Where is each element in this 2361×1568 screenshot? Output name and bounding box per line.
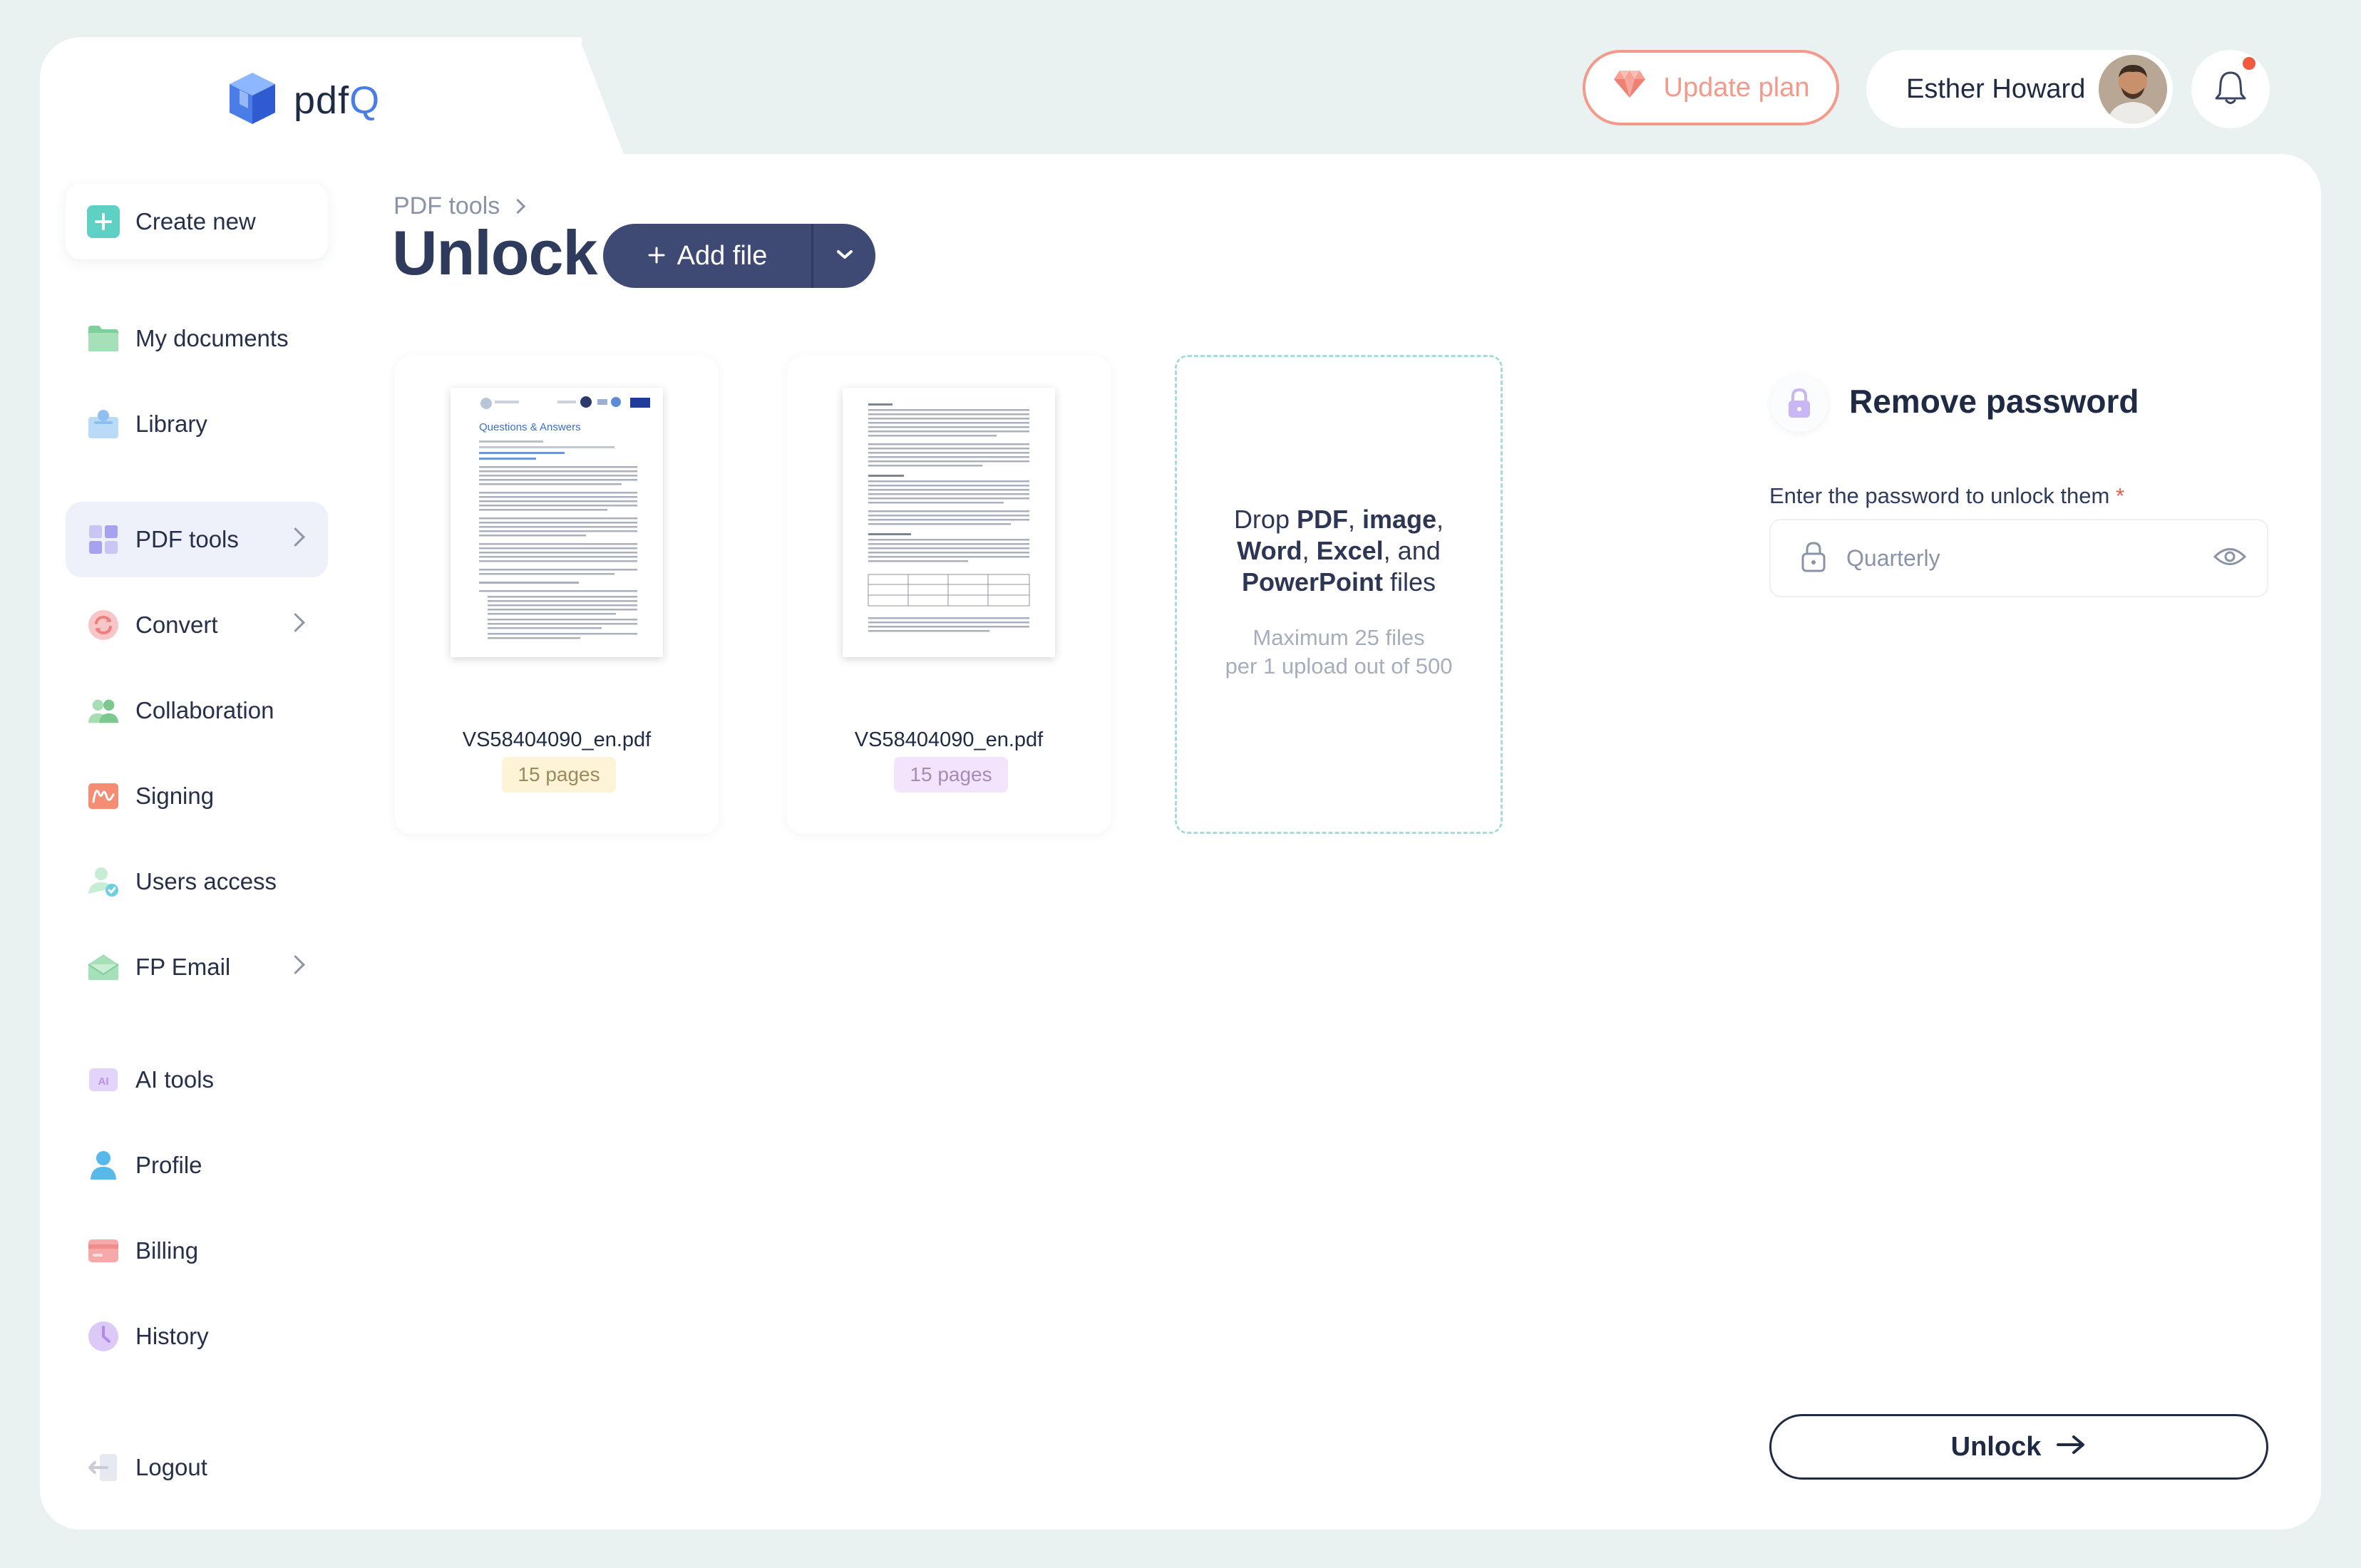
sidebar-item-collaboration[interactable]: Collaboration	[66, 673, 328, 748]
library-icon	[87, 408, 120, 440]
chevron-right-icon	[286, 955, 305, 974]
sidebar-item-label: FP Email	[135, 954, 231, 980]
sidebar-item-pdf-tools[interactable]: PDF tools	[66, 502, 328, 577]
logout-icon	[87, 1451, 120, 1484]
users-icon	[87, 694, 120, 727]
sidebar-item-label: Profile	[135, 1152, 202, 1178]
create-new-label: Create new	[135, 208, 256, 234]
add-file-button[interactable]: Add file	[603, 224, 813, 288]
thumbnail-heading: Questions & Answers	[479, 421, 581, 433]
sidebar-item-ai-tools[interactable]: AI AI tools	[66, 1042, 328, 1118]
file-name: VS58404090_en.pdf	[854, 728, 1044, 751]
password-field-label: Enter the password to unlock them *	[1769, 483, 2125, 508]
sidebar-item-my-documents[interactable]: My documents	[66, 301, 328, 376]
plus-square-icon	[87, 205, 120, 238]
drop-zone-limits: Maximum 25 files per 1 upload out of 500	[1225, 625, 1453, 679]
password-value: Quarterly	[1846, 545, 1940, 571]
folder-icon	[87, 322, 120, 355]
logo[interactable]: pdfQ	[227, 71, 380, 129]
panel-title: Remove password	[1849, 383, 2139, 420]
convert-icon	[87, 609, 120, 641]
plus-icon	[647, 241, 666, 272]
update-plan-button[interactable]: Update plan	[1583, 50, 1839, 125]
sidebar-item-signing[interactable]: Signing	[66, 758, 328, 834]
notification-dot	[2243, 57, 2255, 70]
add-file-label: Add file	[677, 240, 768, 271]
logo-text: pdfQ	[294, 78, 381, 122]
sidebar-item-profile[interactable]: Profile	[66, 1128, 328, 1203]
ai-icon: AI	[87, 1063, 120, 1096]
sidebar-item-label: Logout	[135, 1454, 207, 1480]
file-thumbnail	[843, 388, 1055, 657]
clock-icon	[87, 1320, 120, 1353]
page-title: Unlock	[392, 217, 597, 288]
sidebar-item-history[interactable]: History	[66, 1299, 328, 1374]
sidebar-item-users-access[interactable]: Users access	[66, 844, 328, 919]
chevron-right-icon	[510, 198, 526, 215]
chevron-down-icon	[835, 249, 854, 264]
sidebar-item-library[interactable]: Library	[66, 386, 328, 462]
add-file-split-button: Add file	[603, 224, 875, 288]
user-icon	[87, 1149, 120, 1182]
sidebar-item-logout[interactable]: Logout	[66, 1430, 328, 1505]
sidebar-item-label: Library	[135, 411, 207, 437]
eye-icon[interactable]	[2213, 546, 2247, 571]
sidebar-item-label: Convert	[135, 612, 218, 638]
arrow-right-icon	[2055, 1432, 2087, 1463]
svg-text:AI: AI	[98, 1076, 109, 1088]
sidebar-item-label: PDF tools	[135, 526, 239, 552]
user-check-icon	[87, 865, 120, 898]
sidebar-item-label: AI tools	[135, 1066, 215, 1093]
user-menu[interactable]: Esther Howard	[1866, 50, 2173, 128]
signature-icon	[87, 780, 120, 813]
credit-card-icon	[87, 1234, 120, 1267]
lock-icon	[1771, 375, 1828, 432]
file-card[interactable]: VS58404090_en.pdf 15 pages	[787, 356, 1111, 834]
notifications-button[interactable]	[2191, 50, 2270, 128]
sidebar-item-label: Billing	[135, 1237, 199, 1264]
update-plan-label: Update plan	[1663, 72, 1810, 103]
chevron-right-icon	[286, 613, 305, 632]
file-name: VS58404090_en.pdf	[462, 728, 652, 751]
sidebar: Create new My documents Library PDF tool…	[50, 164, 342, 1518]
pages-badge: 15 pages	[894, 757, 1008, 793]
file-thumbnail: Questions & Answers	[451, 388, 663, 657]
create-new-button[interactable]: Create new	[66, 184, 328, 259]
file-drop-zone[interactable]: Drop PDF, image, Word, Excel, and PowerP…	[1175, 355, 1503, 834]
sidebar-item-label: Collaboration	[135, 697, 274, 723]
sidebar-item-label: My documents	[135, 325, 289, 351]
password-input[interactable]: Quarterly	[1769, 519, 2268, 597]
diamond-icon	[1612, 68, 1647, 107]
required-mark: *	[2115, 483, 2125, 508]
sidebar-item-convert[interactable]: Convert	[66, 587, 328, 663]
mail-icon	[87, 951, 120, 984]
avatar[interactable]	[2099, 55, 2167, 123]
unlock-button-label: Unlock	[1950, 1431, 2042, 1462]
sidebar-item-label: Users access	[135, 868, 277, 894]
bell-icon	[2214, 70, 2247, 109]
unlock-button[interactable]: Unlock	[1769, 1414, 2268, 1480]
add-file-dropdown-button[interactable]	[813, 224, 875, 288]
file-card[interactable]: Questions & Answers VS58404090_en.pdf 15…	[395, 356, 719, 834]
sidebar-item-billing[interactable]: Billing	[66, 1213, 328, 1289]
app-window: pdfQ Update plan Esther Howard Create ne…	[0, 0, 2361, 1568]
user-name: Esther Howard	[1906, 73, 2086, 104]
drop-zone-title: Drop PDF, image, Word, Excel, and PowerP…	[1233, 505, 1444, 597]
padlock-icon	[1799, 540, 1828, 577]
pages-badge: 15 pages	[502, 757, 616, 793]
chevron-right-icon	[286, 527, 305, 547]
sidebar-item-label: Signing	[135, 783, 215, 809]
sidebar-item-fp-email[interactable]: FP Email	[66, 929, 328, 1005]
grid-icon	[87, 523, 120, 556]
sidebar-item-label: History	[135, 1323, 209, 1349]
cube-logo-icon	[227, 71, 278, 129]
